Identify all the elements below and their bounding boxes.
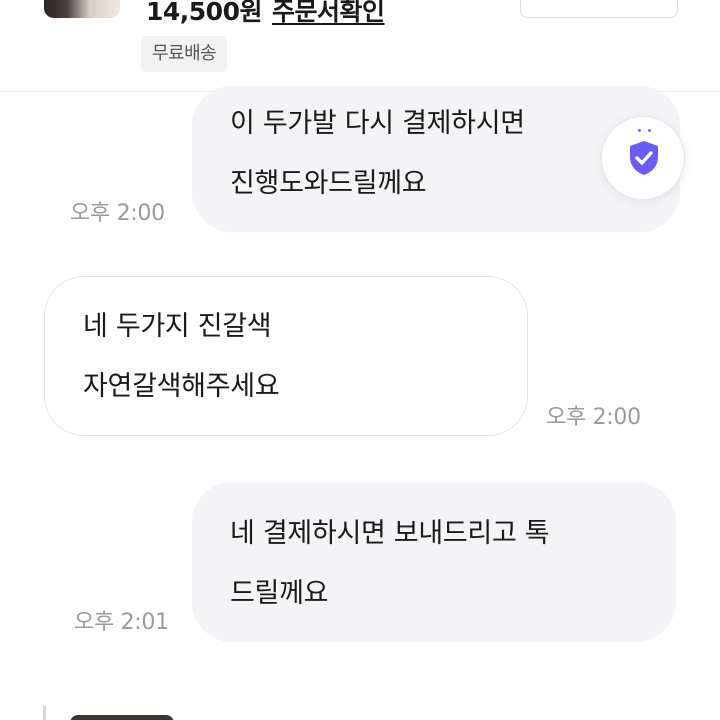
product-thumbnail[interactable] bbox=[44, 0, 120, 18]
message-timestamp: 오후 2:00 bbox=[546, 405, 641, 430]
message-timestamp: 오후 2:01 bbox=[74, 610, 169, 635]
shield-check-icon bbox=[630, 141, 658, 175]
message-text-line: 네 결제하시면 보내드리고 톡 bbox=[230, 518, 550, 549]
badge-dots bbox=[638, 129, 652, 133]
message-text-line: 자연갈색해주세요 bbox=[83, 371, 280, 402]
free-shipping-badge: 무료배송 bbox=[141, 36, 228, 72]
product-header: 14,500원 주문서확인 무료배송 bbox=[0, 0, 720, 92]
message-text-line: 네 두가지 진갈색 bbox=[83, 311, 272, 342]
message-text-line: 이 두가발 다시 결제하시면 bbox=[230, 108, 525, 139]
message-timestamp: 오후 2:00 bbox=[70, 201, 165, 226]
message-bubble-sent[interactable]: 네 결제하시면 보내드리고 톡 드릴께요 bbox=[192, 482, 676, 642]
message-text-line: 진행도와드릴께요 bbox=[230, 168, 427, 199]
next-message-indicator bbox=[43, 706, 46, 720]
header-action-button[interactable] bbox=[520, 0, 678, 18]
message-bubble-received[interactable]: 네 두가지 진갈색 자연갈색해주세요 bbox=[44, 276, 528, 436]
safety-badge-button[interactable] bbox=[601, 116, 685, 200]
product-price: 14,500원 bbox=[146, 0, 262, 26]
next-message-thumbnail[interactable] bbox=[70, 715, 174, 720]
order-confirm-link[interactable]: 주문서확인 bbox=[272, 0, 385, 28]
message-text-line: 드릴께요 bbox=[230, 578, 329, 609]
